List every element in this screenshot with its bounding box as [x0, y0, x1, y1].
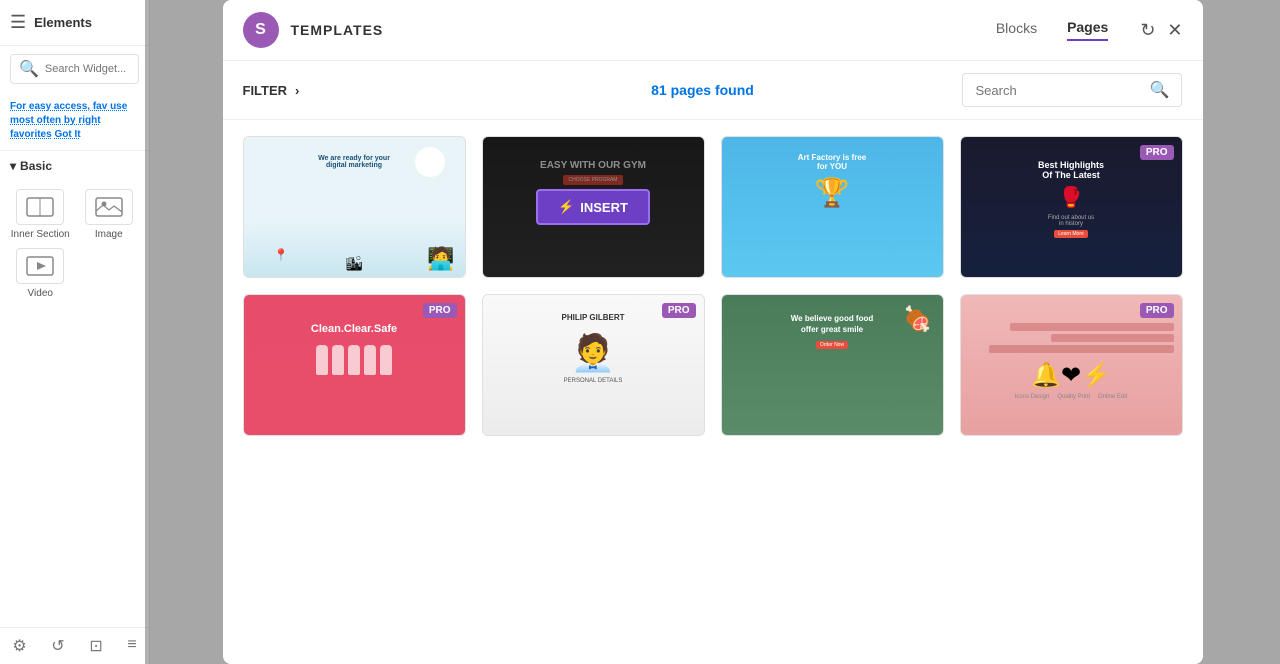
templates-modal: S TEMPLATES Blocks Pages ↻ ✕ FILTER › 81…	[223, 0, 1203, 664]
filter-toggle[interactable]: FILTER ›	[243, 83, 443, 98]
pages-found: 81 pages found	[651, 82, 754, 98]
hamburger-icon[interactable]: ☰	[10, 12, 26, 33]
video-label: Video	[28, 288, 53, 299]
modal-header: S TEMPLATES Blocks Pages ↻ ✕	[223, 0, 1203, 61]
insert-icon: ⚡	[558, 199, 574, 215]
templates-grid: We are ready for yourdigital marketing 🧑…	[223, 120, 1203, 664]
search-icon: 🔍	[1150, 80, 1170, 100]
chevron-down-icon: ▾	[10, 159, 16, 173]
sidebar: ☰ Elements 🔍 For easy access, fav use mo…	[0, 0, 150, 664]
pro-badge-clean: PRO	[423, 303, 457, 318]
inner-section-icon	[16, 189, 64, 225]
pro-badge-person: PRO	[662, 303, 696, 318]
image-icon	[85, 189, 133, 225]
filter-bar: FILTER › 81 pages found 🔍	[223, 61, 1203, 120]
modal-title: TEMPLATES	[291, 22, 384, 38]
template-card-digital-marketing[interactable]: We are ready for yourdigital marketing 🧑…	[243, 136, 466, 278]
sidebar-item-inner-section[interactable]: Inner Section	[10, 189, 71, 240]
search-icon: 🔍	[19, 59, 39, 79]
video-icon	[16, 248, 64, 284]
pro-badge-pink: PRO	[1140, 303, 1174, 318]
image-label: Image	[95, 229, 123, 240]
sidebar-widgets: Inner Section Image Video	[0, 181, 149, 307]
layout-icon[interactable]: ⊡	[89, 636, 102, 656]
template-card-clean-clear-safe[interactable]: PRO Clean.Clear.Safe INSERT	[243, 294, 466, 436]
insert-button-gym[interactable]: ⚡ INSERT	[536, 189, 650, 225]
card-overlay-gym: ➤ ⚡ INSERT	[483, 137, 704, 277]
search-widget-input[interactable]	[45, 63, 130, 75]
tab-blocks[interactable]: Blocks	[996, 20, 1037, 40]
insert-button-clean[interactable]: INSERT	[310, 350, 398, 381]
sidebar-item-image[interactable]: Image	[79, 189, 140, 240]
template-card-highlights[interactable]: PRO Best HighlightsOf The Latest 🥊 Find …	[960, 136, 1183, 278]
sidebar-header: ☰ Elements	[0, 0, 149, 46]
sidebar-item-video[interactable]: Video	[10, 248, 71, 299]
basic-section-title: ▾ Basic	[0, 150, 149, 181]
modal-actions: ↻ ✕	[1140, 20, 1182, 41]
template-search-input[interactable]	[975, 83, 1143, 98]
menu-icon[interactable]: ≡	[127, 636, 136, 656]
refresh-icon[interactable]: ↻	[1140, 20, 1155, 41]
close-icon[interactable]: ✕	[1167, 20, 1182, 41]
tab-pages[interactable]: Pages	[1067, 19, 1108, 41]
settings-icon[interactable]: ⚙	[12, 636, 26, 656]
template-card-pink[interactable]: PRO 🔔❤⚡ Icons Design Quality Print Onlin…	[960, 294, 1183, 436]
sidebar-search-container[interactable]: 🔍	[10, 54, 139, 84]
sidebar-bottom-bar: ⚙ ↺ ⊡ ≡	[0, 627, 149, 664]
insert-button-food[interactable]: INSERT	[788, 350, 876, 381]
modal-overlay: S TEMPLATES Blocks Pages ↻ ✕ FILTER › 81…	[145, 0, 1280, 664]
insert-button-art[interactable]: INSERT	[788, 192, 876, 223]
filter-chevron-icon: ›	[295, 83, 299, 98]
sidebar-hint: For easy access, fav use most often by r…	[0, 92, 149, 150]
sidebar-title: Elements	[34, 15, 92, 30]
template-search-container[interactable]: 🔍	[962, 73, 1182, 107]
insert-button-highlights[interactable]: INSERT	[1027, 192, 1115, 223]
modal-tabs: Blocks Pages	[996, 19, 1108, 41]
insert-button-pink[interactable]: INSERT	[1027, 350, 1115, 381]
template-card-philip-gilbert[interactable]: PRO PHILIP GILBERT 🧑‍💼 PERSONAL DETAILS …	[482, 294, 705, 436]
insert-button-digital[interactable]: INSERT	[310, 192, 398, 223]
pro-badge-highlights: PRO	[1140, 145, 1174, 160]
template-card-food[interactable]: 🍖 We believe good foodoffer great smile …	[721, 294, 944, 436]
template-card-gym[interactable]: EASY WITH OUR GYM CHOOSE PROGRAM ➤ ⚡ INS…	[482, 136, 705, 278]
inner-section-label: Inner Section	[11, 229, 70, 240]
insert-button-person[interactable]: INSERT	[549, 350, 637, 381]
avatar: S	[243, 12, 279, 48]
filter-label-text: FILTER	[243, 83, 288, 98]
history-icon[interactable]: ↺	[51, 636, 64, 656]
got-it-link[interactable]: Got It	[54, 129, 80, 140]
template-card-art-factory[interactable]: Art Factory is freefor YOU 🏆 INSERT	[721, 136, 944, 278]
